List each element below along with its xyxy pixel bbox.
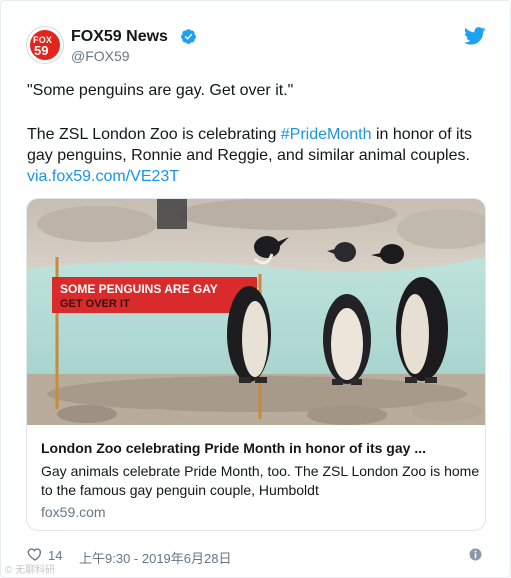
article-link[interactable]: via.fox59.com/VE23T [27,168,179,185]
card-title[interactable]: London Zoo celebrating Pride Month in ho… [41,440,426,456]
avatar[interactable]: FOX 59 [26,26,64,64]
penguins-photo: SOME PENGUINS ARE GAY GET OVER IT [27,199,485,425]
fox59-logo: FOX 59 [30,30,60,60]
card-description: Gay animals celebrate Pride Month, too. … [41,463,480,498]
banner-text-1: SOME PENGUINS ARE GAY [60,282,218,296]
tweet-text-quote: "Some penguins are gay. Get over it." [27,82,294,99]
watermark: © 无聊科研 [5,565,56,576]
handle[interactable]: @FOX59 [71,48,130,64]
tweet-card: FOX 59 FOX59 News @FOX59 "Some penguins … [0,0,511,578]
tweet-text-part: The ZSL London Zoo is celebrating [27,126,281,143]
hashtag-link[interactable]: #PrideMonth [281,126,372,143]
timestamp[interactable]: 上午9:30 - 2019年6月28日 [79,548,231,567]
banner-text-2: GET OVER IT [60,298,130,310]
card-domain: fox59.com [41,504,106,520]
twitter-bird-icon[interactable] [464,27,486,45]
heart-icon[interactable] [27,546,43,562]
avatar-logo-number: 59 [34,43,49,58]
link-preview-card[interactable]: SOME PENGUINS ARE GAY GET OVER IT London… [26,198,486,531]
verified-badge-icon [181,29,196,44]
display-name[interactable]: FOX59 News [71,28,168,46]
tweet-text-body: The ZSL London Zoo is celebrating #Pride… [27,124,497,187]
info-icon[interactable] [469,548,482,561]
